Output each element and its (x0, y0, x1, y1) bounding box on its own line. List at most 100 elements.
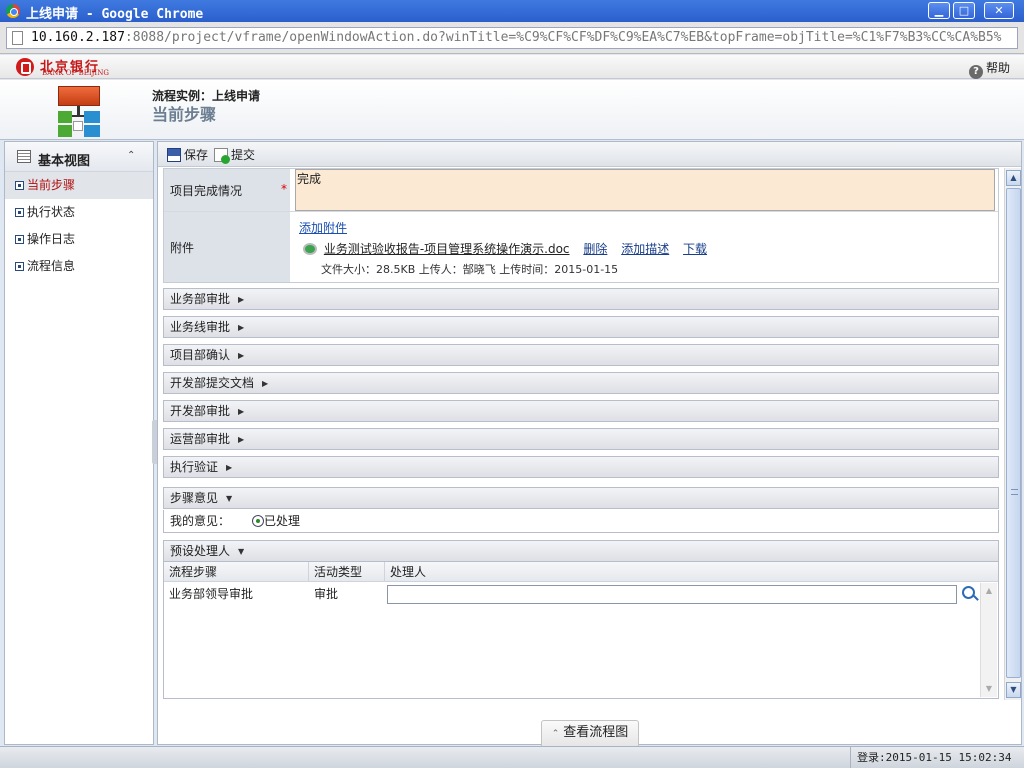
delete-attachment-link[interactable]: 删除 (583, 242, 607, 256)
collapse-icon[interactable]: ⌃ (127, 150, 135, 161)
section-business-approval[interactable]: 业务部审批 ▶ (163, 288, 999, 310)
scroll-up-button[interactable]: ▲ (1006, 170, 1021, 186)
page-icon (12, 31, 23, 45)
floppy-disk-icon (167, 148, 181, 162)
completion-label: 项目完成情况 (164, 169, 290, 211)
form-content: 项目完成情况 * 完成 附件 添加附件 业务测试验收报告-项目管理系统操作演示.… (158, 168, 1004, 700)
toolbar: 保存 提交 (158, 142, 1021, 167)
bullet-icon (15, 181, 24, 190)
handler-grid-header: 流程步骤 活动类型 处理人 (164, 562, 998, 582)
maximize-button[interactable]: □ (953, 2, 975, 19)
col-header-handler: 处理人 (390, 565, 427, 579)
minimize-button[interactable]: ▁ (928, 2, 950, 19)
submit-button[interactable]: 提交 (214, 146, 255, 164)
section-label: 项目部确认 (170, 348, 231, 362)
sidebar-item-label: 执行状态 (27, 205, 76, 219)
close-button[interactable]: ✕ (984, 2, 1014, 19)
form-row-completion: 项目完成情况 * 完成 (164, 169, 998, 212)
sidebar-item-execution-status[interactable]: 执行状态 (5, 199, 153, 226)
sidebar-item-process-info[interactable]: 流程信息 (5, 253, 153, 280)
main-scrollbar[interactable]: ▲ ▼ (1004, 168, 1021, 700)
chrome-logo-icon (6, 4, 20, 18)
question-icon: ? (968, 65, 983, 79)
expand-arrow-icon: ▶ (226, 463, 233, 472)
list-view-icon (17, 150, 31, 163)
bank-logo: 北京银行 BANK OF BEIJING (16, 56, 126, 78)
handler-grid-scrollbar[interactable]: ▲ ▼ (980, 583, 997, 697)
section-dev-approval[interactable]: 开发部审批 ▶ (163, 400, 999, 422)
bullet-icon (15, 262, 24, 271)
status-bar: 登录:2015-01-15 15:02:34 (0, 746, 1024, 768)
handler-grid: 流程步骤 活动类型 处理人 业务部领导审批 审批 ▲ ▼ (163, 562, 999, 699)
section-dev-submit-docs[interactable]: 开发部提交文档 ▶ (163, 372, 999, 394)
expand-arrow-icon: ▶ (262, 379, 269, 388)
sidebar-item-current-step[interactable]: 当前步骤 (5, 172, 153, 199)
sidebar-item-label: 流程信息 (27, 259, 76, 273)
chevron-up-icon: ⌃ (551, 729, 560, 739)
section-label: 执行验证 (170, 460, 219, 474)
sidebar-item-label: 当前步骤 (27, 178, 76, 192)
url-host: 10.160.2.187 (31, 30, 125, 45)
form-row-attachment: 附件 添加附件 业务测试验收报告-项目管理系统操作演示.doc 删除 添加描述 … (164, 212, 998, 282)
required-mark: * (281, 182, 287, 196)
submit-document-icon (214, 148, 230, 164)
attachment-icon (303, 243, 317, 255)
attachment-label: 附件 (164, 212, 290, 282)
handler-input[interactable] (387, 585, 957, 604)
section-ops-approval[interactable]: 运营部审批 ▶ (163, 428, 999, 450)
address-bar: 10.160.2.187:8088/project/vframe/openWin… (0, 22, 1024, 54)
section-label: 步骤意见 (170, 491, 219, 505)
processed-radio-label[interactable]: 已处理 (264, 514, 300, 528)
scroll-up-icon[interactable]: ▲ (982, 584, 996, 598)
add-description-link[interactable]: 添加描述 (621, 242, 669, 256)
view-flowchart-button[interactable]: ⌃ 查看流程图 (541, 720, 639, 746)
section-project-confirm[interactable]: 项目部确认 ▶ (163, 344, 999, 366)
workflow-diagram-icon (56, 86, 102, 138)
page-title: 当前步骤 (152, 105, 217, 124)
page-header: 流程实例：上线申请 当前步骤 (0, 80, 1024, 140)
expand-arrow-icon: ▶ (238, 435, 245, 444)
window-title: 上线申请 - Google Chrome (26, 7, 204, 22)
section-label: 业务部审批 (170, 292, 231, 306)
view-flowchart-label: 查看流程图 (563, 725, 629, 740)
save-button[interactable]: 保存 (167, 146, 208, 163)
scroll-down-button[interactable]: ▼ (1006, 682, 1021, 698)
bank-name-en: BANK OF BEIJING (42, 69, 109, 77)
section-step-opinion[interactable]: 步骤意见 ▼ (163, 487, 999, 509)
bank-logo-icon (16, 58, 34, 76)
section-label: 运营部审批 (170, 432, 231, 446)
login-status: 登录:2015-01-15 15:02:34 (850, 747, 1011, 768)
form-table: 项目完成情况 * 完成 附件 添加附件 业务测试验收报告-项目管理系统操作演示.… (163, 168, 999, 283)
window-titlebar: 上线申请 - Google Chrome ▁ □ ✕ (0, 0, 1024, 22)
cell-activity-type: 审批 (314, 587, 339, 601)
app-logo-bar: 北京银行 BANK OF BEIJING ? 帮助 (0, 55, 1024, 79)
expand-arrow-icon: ▶ (238, 323, 245, 332)
url-path: :8088/project/vframe/openWindowAction.do… (124, 30, 1002, 45)
completion-label-text: 项目完成情况 (170, 183, 243, 198)
section-label: 预设处理人 (170, 544, 231, 558)
scroll-down-icon[interactable]: ▼ (982, 682, 996, 696)
login-label: 登录: (857, 751, 886, 764)
save-label: 保存 (184, 148, 209, 162)
sidebar-header: 基本视图 ⌃ (5, 142, 153, 172)
processed-radio[interactable] (252, 515, 265, 527)
expand-arrow-icon: ▶ (238, 351, 245, 360)
url-field[interactable]: 10.160.2.187:8088/project/vframe/openWin… (6, 27, 1018, 49)
collapse-arrow-icon: ▼ (226, 494, 233, 503)
download-link[interactable]: 下载 (683, 242, 707, 256)
attachment-file-link[interactable]: 业务测试验收报告-项目管理系统操作演示.doc (324, 242, 570, 256)
col-header-activity-type: 活动类型 (309, 562, 385, 582)
attachment-label-text: 附件 (170, 240, 195, 255)
scroll-thumb[interactable] (1006, 188, 1021, 678)
sidebar-item-operation-log[interactable]: 操作日志 (5, 226, 153, 253)
attachment-meta: 文件大小：28.5KB 上传人：郜晓飞 上传时间：2015-01-15 (321, 263, 619, 276)
section-business-line-approval[interactable]: 业务线审批 ▶ (163, 316, 999, 338)
help-link[interactable]: ? 帮助 (968, 59, 1010, 79)
sidebar-title: 基本视图 (38, 154, 91, 169)
section-execution-verify[interactable]: 执行验证 ▶ (163, 456, 999, 478)
collapse-arrow-icon: ▼ (238, 547, 245, 556)
completion-textarea[interactable]: 完成 (295, 169, 995, 211)
search-icon[interactable] (962, 586, 975, 599)
add-attachment-link[interactable]: 添加附件 (299, 219, 347, 236)
section-preset-handler[interactable]: 预设处理人 ▼ (163, 540, 999, 562)
